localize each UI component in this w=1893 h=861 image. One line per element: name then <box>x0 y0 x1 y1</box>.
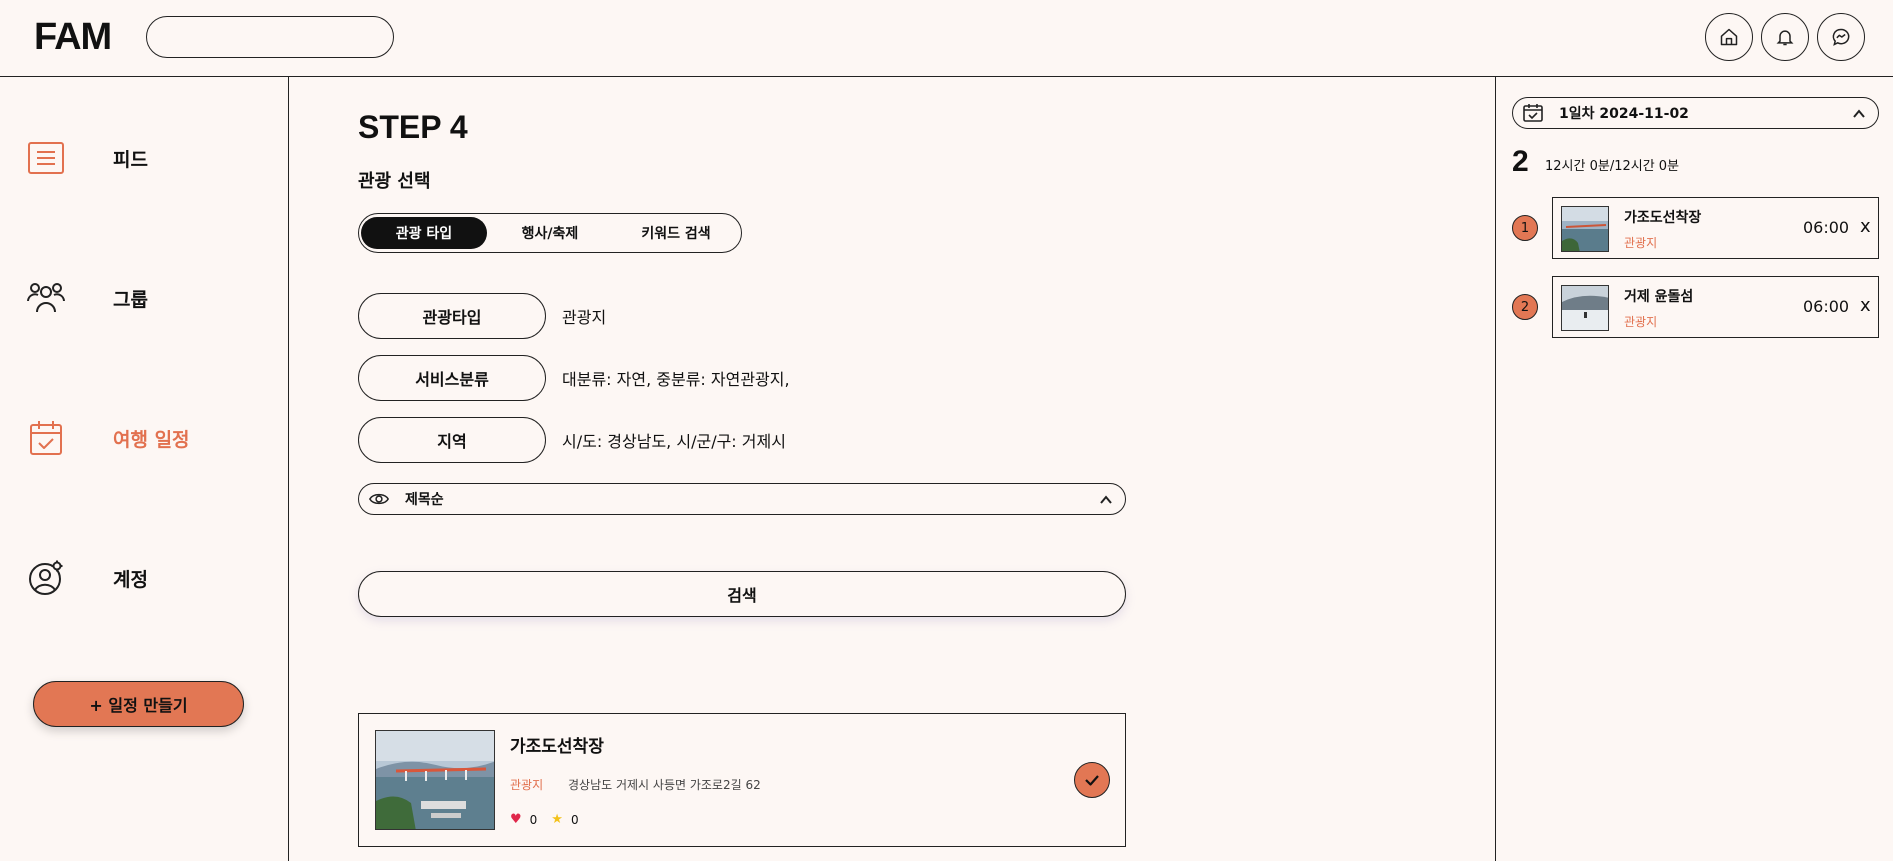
chevron-up-icon <box>1099 492 1113 511</box>
search-input[interactable] <box>146 16 394 58</box>
create-schedule-button[interactable]: + 일정 만들기 <box>33 681 244 727</box>
schedule-item-card[interactable]: 거제 윤돌섬 관광지 06:00 x <box>1552 276 1879 338</box>
result-title: 가조도선착장 <box>510 737 604 757</box>
search-button[interactable]: 검색 <box>358 571 1126 617</box>
order-badge: 2 <box>1512 294 1538 320</box>
sidebar-item-label: 피드 <box>113 148 148 171</box>
star-count: 0 <box>570 812 579 827</box>
sidebar-item-trip-schedule[interactable]: 여행 일정 <box>0 408 289 468</box>
day-select[interactable]: 1일차 2024-11-02 <box>1512 97 1879 129</box>
result-stats: ♥ 0 ★ 0 <box>510 812 579 827</box>
schedule-item[interactable]: 1 가조도선착장 관광지 06:00 x <box>1496 197 1893 259</box>
result-category: 관광지 <box>510 778 544 792</box>
bell-icon <box>1776 30 1794 46</box>
filter-row-region: 지역 시/도: 경상남도, 시/군/구: 거제시 <box>358 417 786 463</box>
region-button[interactable]: 지역 <box>358 417 546 463</box>
sort-selected-value: 제목순 <box>405 492 444 508</box>
filter-row-service-category: 서비스분류 대분류: 자연, 중분류: 자연관광지, <box>358 355 790 401</box>
page-title: STEP 4 <box>358 109 468 145</box>
schedule-thumbnail <box>1561 206 1609 252</box>
tab-keyword-search[interactable]: 키워드 검색 <box>613 217 739 249</box>
schedule-item-time[interactable]: 06:00 <box>1803 297 1849 316</box>
schedule-item-category: 관광지 <box>1624 315 1658 329</box>
eye-icon <box>368 490 390 512</box>
remove-button[interactable]: x <box>1860 295 1871 316</box>
schedule-item[interactable]: 2 거제 윤돌섬 관광지 06:00 x <box>1496 276 1893 338</box>
day-selected-value: 1일차 2024-11-02 <box>1559 106 1689 122</box>
sidebar-item-label: 여행 일정 <box>113 428 190 451</box>
calendar-check-icon <box>26 418 66 458</box>
check-icon <box>1085 775 1099 786</box>
tab-event-festival[interactable]: 행사/축제 <box>487 217 613 249</box>
category-tabs: 관광 타입 행사/축제 키워드 검색 <box>358 213 742 253</box>
heart-icon[interactable]: ♥ <box>510 812 522 827</box>
region-value: 시/도: 경상남도, 시/군/구: 거제시 <box>562 432 786 451</box>
sidebar-item-label: 계정 <box>113 568 148 591</box>
sidebar-item-label: 그룹 <box>113 288 148 311</box>
schedule-item-name: 거제 윤돌섬 <box>1624 289 1694 305</box>
sort-select[interactable]: 제목순 <box>358 483 1126 515</box>
service-category-value: 대분류: 자연, 중분류: 자연관광지, <box>562 370 790 389</box>
schedule-item-time[interactable]: 06:00 <box>1803 218 1849 237</box>
schedule-item-name: 가조도선착장 <box>1624 210 1702 226</box>
result-address: 경상남도 거제시 사등면 가조로2길 62 <box>568 778 761 792</box>
time-info: 12시간 0분/12시간 0분 <box>1545 159 1680 174</box>
service-category-button[interactable]: 서비스분류 <box>358 355 546 401</box>
schedule-item-category: 관광지 <box>1624 236 1658 250</box>
result-card[interactable]: 가조도선착장 관광지 경상남도 거제시 사등면 가조로2길 62 ♥ 0 ★ 0 <box>358 713 1126 847</box>
filter-row-tour-type: 관광타입 관광지 <box>358 293 606 339</box>
calendar-icon <box>1523 104 1543 126</box>
like-count: 0 <box>529 812 538 827</box>
tab-tour-type[interactable]: 관광 타입 <box>361 217 487 249</box>
main-content: STEP 4 관광 선택 관광 타입 행사/축제 키워드 검색 관광타입 관광지… <box>289 77 1495 861</box>
order-badge: 1 <box>1512 215 1538 241</box>
remove-button[interactable]: x <box>1860 216 1871 237</box>
top-header: FAM <box>0 0 1893 77</box>
schedule-panel: 1일차 2024-11-02 2 12시간 0분/12시간 0분 1 가조도선착… <box>1495 77 1893 861</box>
notification-button[interactable] <box>1761 13 1809 61</box>
feed-list-icon <box>26 138 66 178</box>
schedule-count: 2 <box>1512 145 1529 178</box>
result-thumbnail <box>375 730 495 830</box>
sidebar-item-group[interactable]: 그룹 <box>0 268 289 328</box>
sidebar-item-feed[interactable]: 피드 <box>0 128 289 188</box>
messenger-button[interactable] <box>1817 13 1865 61</box>
tour-type-value: 관광지 <box>562 308 607 327</box>
home-icon <box>1720 28 1738 46</box>
messenger-icon <box>1832 28 1850 46</box>
sidebar: 피드 그룹 여행 일정 계정 + 일정 만들기 <box>0 77 289 861</box>
tour-type-button[interactable]: 관광타입 <box>358 293 546 339</box>
app-logo[interactable]: FAM <box>34 16 112 59</box>
select-check-button[interactable] <box>1074 762 1110 798</box>
home-button[interactable] <box>1705 13 1753 61</box>
schedule-item-card[interactable]: 가조도선착장 관광지 06:00 x <box>1552 197 1879 259</box>
star-icon[interactable]: ★ <box>551 812 563 827</box>
schedule-thumbnail <box>1561 285 1609 331</box>
chevron-up-icon <box>1852 106 1866 125</box>
section-title: 관광 선택 <box>358 171 431 192</box>
sidebar-item-account[interactable]: 계정 <box>0 548 289 608</box>
account-settings-icon <box>26 558 66 598</box>
group-icon <box>26 278 66 318</box>
